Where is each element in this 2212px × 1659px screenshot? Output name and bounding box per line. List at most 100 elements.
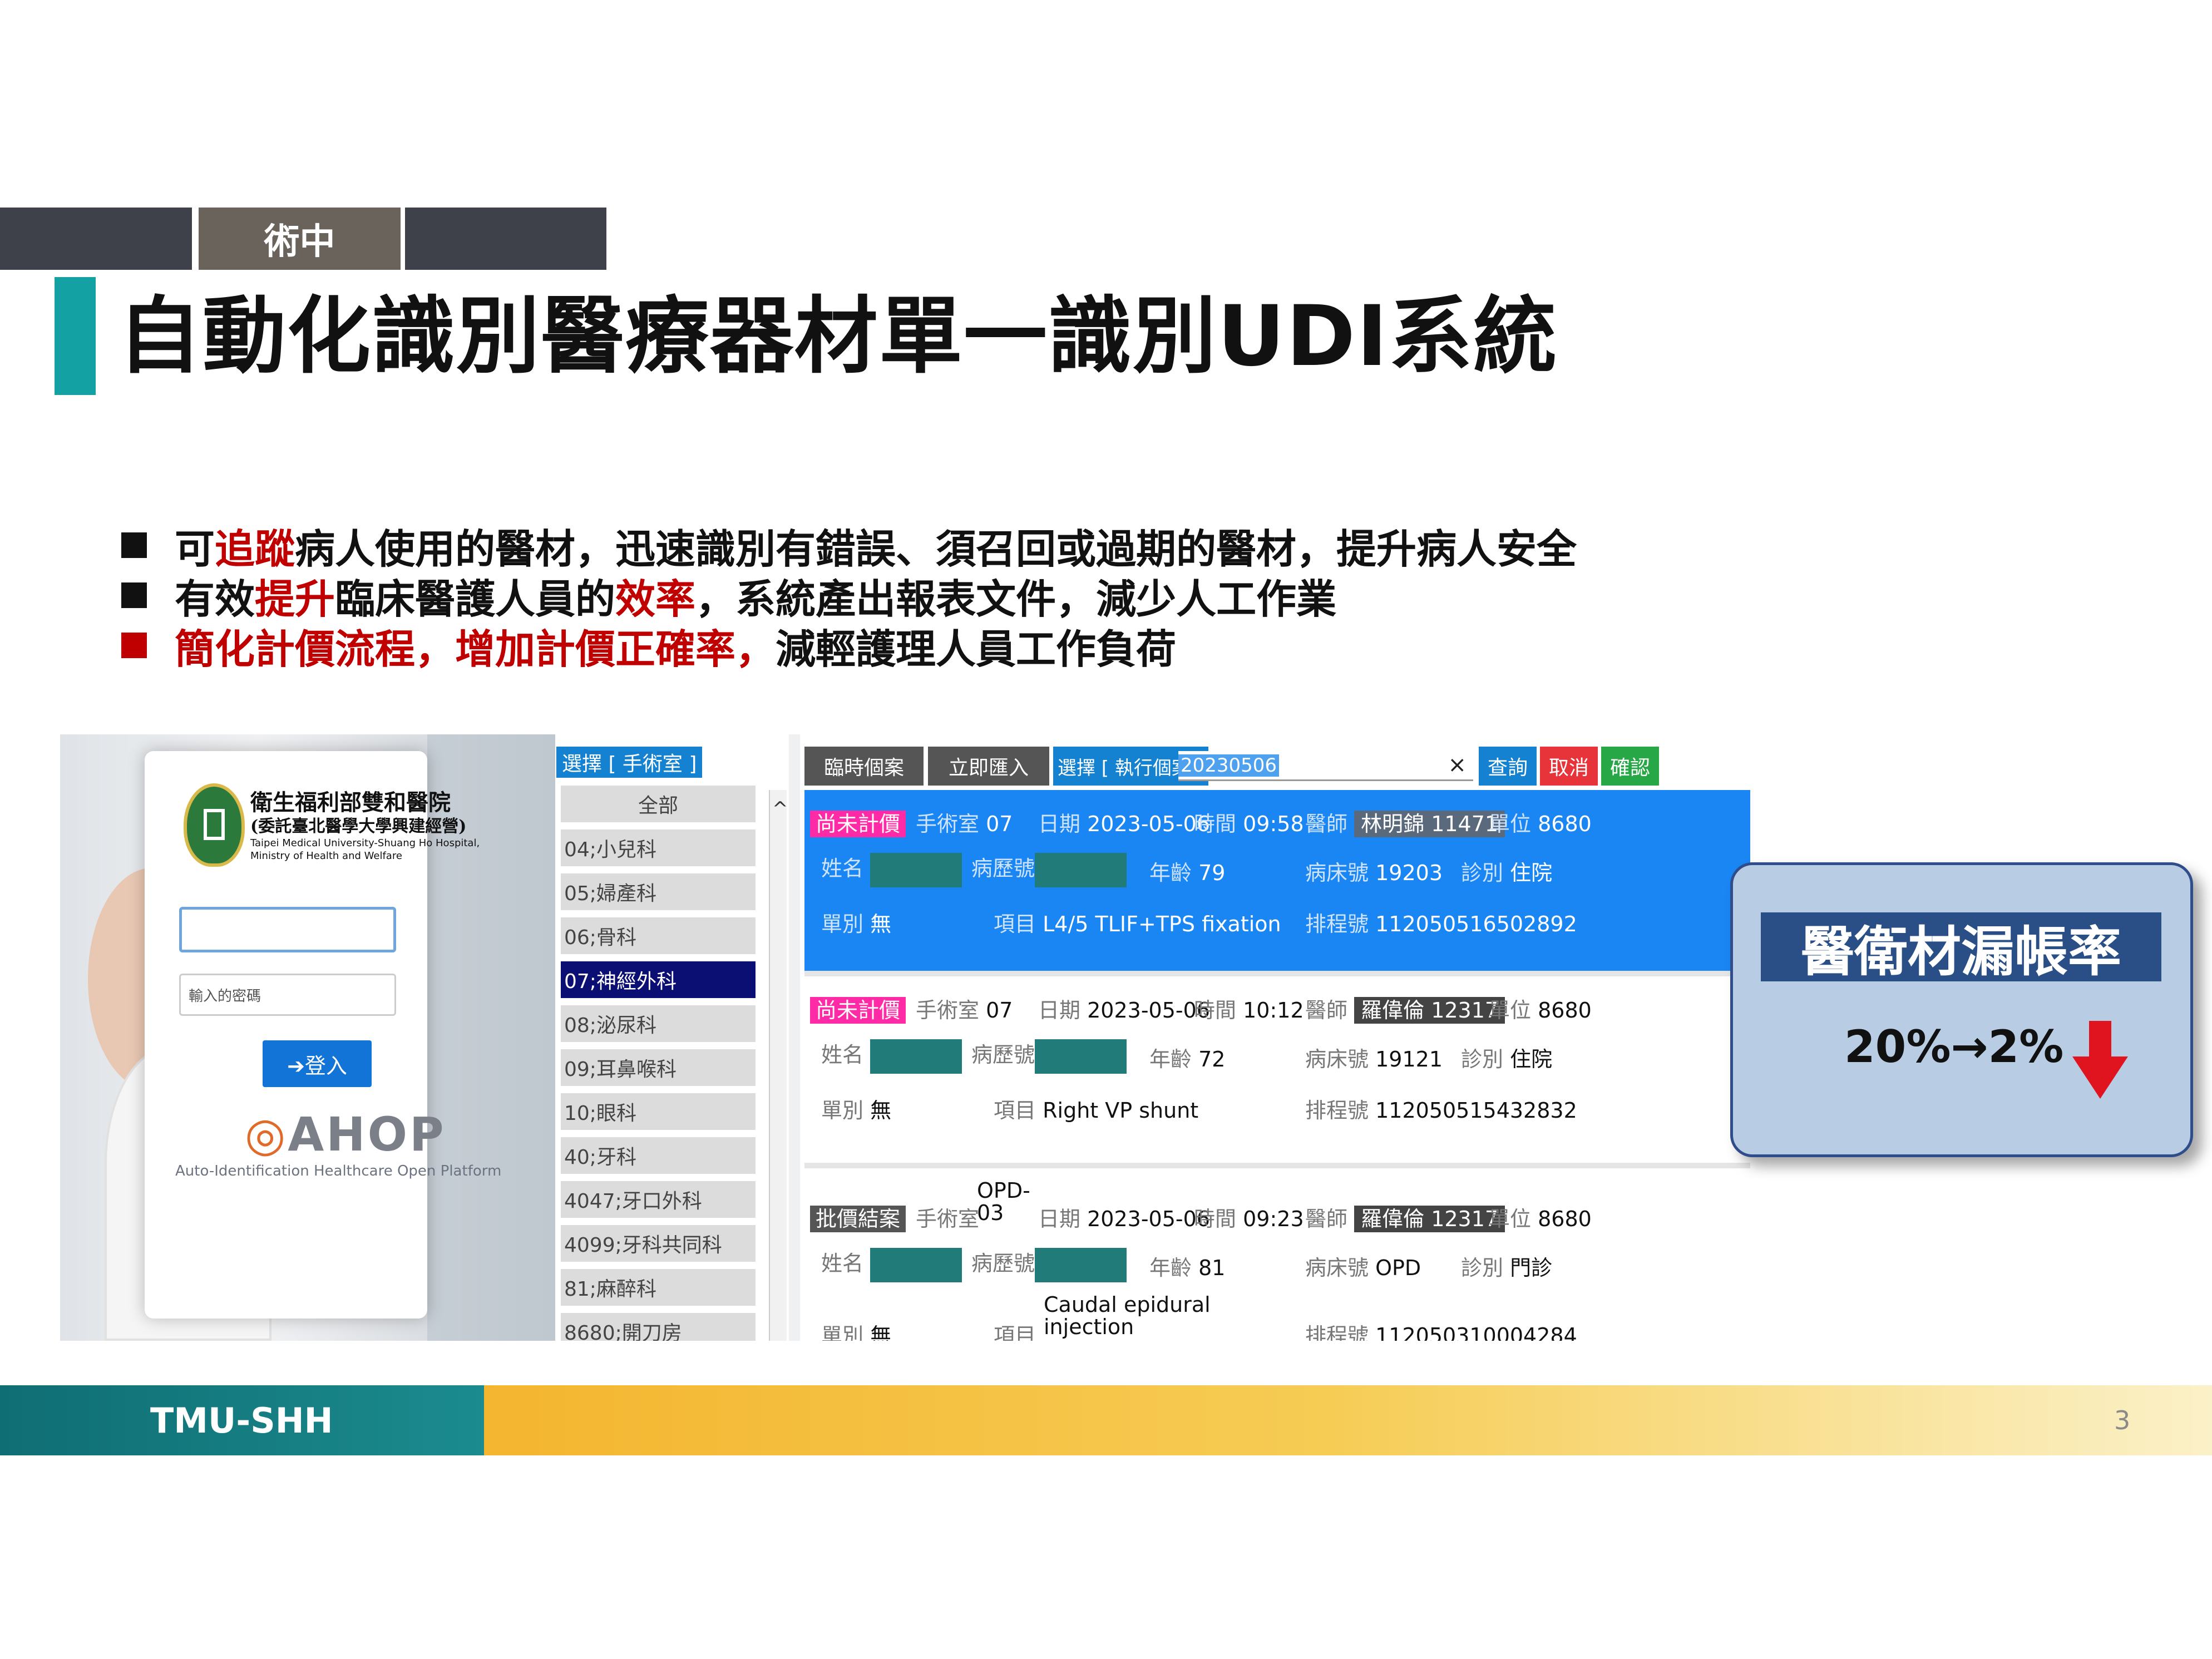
or-label: 手術室 bbox=[916, 812, 980, 836]
confirm-button[interactable]: 確認 bbox=[1601, 747, 1659, 786]
login-button[interactable]: ➔登入 bbox=[263, 1040, 372, 1087]
tab-post-op[interactable] bbox=[405, 208, 606, 270]
sheet-label: 單別 bbox=[821, 912, 864, 936]
unit-value: 8680 bbox=[1538, 998, 1592, 1023]
date-input[interactable]: 20230506 × bbox=[1178, 751, 1473, 781]
ahop-logo-text: AHOP bbox=[288, 1107, 446, 1162]
dept-item[interactable]: 4047;牙口外科 bbox=[561, 1181, 756, 1218]
department-scrollbar[interactable]: ^ bbox=[769, 790, 788, 1341]
time-value: 09:58 bbox=[1243, 812, 1304, 836]
udi-system-screenshot: 衛生福利部雙和醫院 (委託臺北醫學大學興建經營) Taipei Medical … bbox=[60, 734, 1780, 1341]
item-value: Caudal epidural injection bbox=[1044, 1292, 1211, 1339]
cancel-button[interactable]: 取消 bbox=[1540, 747, 1598, 786]
name-label: 姓名 bbox=[821, 1043, 864, 1067]
status-badge: 尚未計價 bbox=[810, 811, 906, 837]
sheet-value: 無 bbox=[870, 1324, 892, 1341]
hospital-subtitle: (委託臺北醫學大學興建經營) bbox=[250, 817, 467, 836]
unit-value: 8680 bbox=[1538, 812, 1592, 836]
redacted-chart-no bbox=[1035, 1039, 1127, 1074]
case-card-selected[interactable]: 尚未計價 手術室 07 日期 2023-05-06 時間 09:58 醫師 林明… bbox=[804, 790, 1750, 974]
item-label: 項目 bbox=[994, 1324, 1036, 1341]
item-value: L4/5 TLIF+TPS fixation bbox=[1043, 912, 1281, 936]
dept-item[interactable]: 05;婦產科 bbox=[561, 873, 756, 910]
item-value: Right VP shunt bbox=[1043, 1098, 1199, 1123]
age-label: 年齡 bbox=[1149, 861, 1192, 885]
dept-item[interactable]: 04;小兒科 bbox=[561, 830, 756, 866]
down-arrow-icon bbox=[2072, 1021, 2128, 1099]
dept-item[interactable]: 09;耳鼻喉科 bbox=[561, 1049, 756, 1086]
age-value: 72 bbox=[1198, 1047, 1226, 1072]
dept-item[interactable]: 08;泌尿科 bbox=[561, 1005, 756, 1042]
doctor-label: 醫師 bbox=[1305, 998, 1348, 1023]
password-input[interactable]: 輸入的密碼 bbox=[179, 974, 396, 1016]
footer-bar: TMU-SHH 3 bbox=[0, 1385, 2212, 1455]
ahop-logo: ◎AHOP bbox=[245, 1107, 446, 1162]
schedule-label: 排程號 bbox=[1305, 1324, 1369, 1341]
dept-item[interactable]: 81;麻醉科 bbox=[561, 1269, 756, 1306]
bullet-square-icon bbox=[121, 532, 147, 558]
date-label: 日期 bbox=[1038, 1207, 1081, 1231]
tab-pre-op[interactable] bbox=[0, 208, 192, 270]
schedule-value: 112050515432832 bbox=[1375, 1098, 1577, 1123]
dept-item-selected[interactable]: 07;神經外科 bbox=[561, 961, 756, 998]
dept-item[interactable]: 8680;開刀房 bbox=[561, 1313, 756, 1341]
department-panel: 選擇 [ 手術室 ] 全部 04;小兒科 05;婦產科 06;骨科 07;神經外… bbox=[555, 734, 789, 1341]
status-badge: 批價結案 bbox=[810, 1206, 906, 1232]
case-panel: 臨時個案 立即匯入 選擇 [ 執行個案 ] 20230506 × 查詢 取消 確認… bbox=[800, 734, 1780, 1341]
scroll-up-icon[interactable]: ^ bbox=[772, 798, 788, 820]
dept-item[interactable]: 06;骨科 bbox=[561, 917, 756, 954]
sheet-value: 無 bbox=[870, 912, 892, 936]
bed-label: 病床號 bbox=[1305, 1047, 1369, 1072]
redacted-chart-no bbox=[1035, 852, 1127, 887]
unit-label: 單位 bbox=[1489, 1207, 1532, 1231]
bullet-1: 可追蹤 病人使用的醫材，迅速識別有錯誤、須召回或過期的醫材，提升病人安全 bbox=[121, 520, 1577, 572]
age-label: 年齡 bbox=[1149, 1047, 1192, 1072]
clear-icon[interactable]: × bbox=[1448, 752, 1467, 778]
username-input[interactable] bbox=[179, 907, 396, 952]
department-header: 選擇 [ 手術室 ] bbox=[556, 747, 703, 778]
date-value: 2023-05-06 bbox=[1087, 1207, 1210, 1231]
date-value: 2023-05-06 bbox=[1087, 812, 1210, 836]
bullet-3: 簡化計價流程，增加計價正確率， 減輕護理人員工作負荷 bbox=[121, 620, 1577, 673]
doctor-label: 醫師 bbox=[1305, 1207, 1348, 1231]
date-label: 日期 bbox=[1038, 998, 1081, 1023]
import-now-button[interactable]: 立即匯入 bbox=[928, 747, 1049, 786]
doctor-value: 羅偉倫 12317 bbox=[1354, 1206, 1505, 1232]
bed-value: 19203 bbox=[1375, 861, 1443, 885]
page-number: 3 bbox=[2114, 1405, 2131, 1435]
temp-case-button[interactable]: 臨時個案 bbox=[804, 747, 924, 786]
case-card[interactable]: 批價結案 手術室 OPD- 03 日期 2023-05-06 時間 09:23 … bbox=[804, 1163, 1750, 1341]
hospital-english-name: Taipei Medical University-Shuang Ho Hosp… bbox=[250, 837, 480, 849]
tab-intra-op[interactable]: 術中 bbox=[199, 208, 401, 270]
dept-item[interactable]: 10;眼科 bbox=[561, 1093, 756, 1130]
time-label: 時間 bbox=[1194, 1207, 1237, 1231]
chart-label: 病歷號 bbox=[971, 1043, 1035, 1067]
case-card[interactable]: 尚未計價 手術室 07 日期 2023-05-06 時間 10:12 醫師 羅偉… bbox=[804, 971, 1750, 1154]
doctor-value: 林明錦 11471 bbox=[1354, 811, 1505, 837]
dept-item-all[interactable]: 全部 bbox=[561, 786, 756, 822]
unit-label: 單位 bbox=[1489, 812, 1532, 836]
dept-item[interactable]: 40;牙科 bbox=[561, 1137, 756, 1174]
bed-value: OPD bbox=[1375, 1256, 1421, 1280]
dept-item[interactable]: 4099;牙科共同科 bbox=[561, 1225, 756, 1262]
schedule-value: 112050516502892 bbox=[1375, 912, 1577, 936]
or-value: OPD- 03 bbox=[977, 1178, 1030, 1225]
bullet-square-icon bbox=[121, 633, 147, 658]
type-value: 門診 bbox=[1510, 1256, 1553, 1280]
sheet-value: 無 bbox=[870, 1098, 892, 1123]
text: 減輕護理人員工作負荷 bbox=[776, 625, 1177, 673]
query-button[interactable]: 查詢 bbox=[1479, 747, 1537, 786]
sheet-label: 單別 bbox=[821, 1098, 864, 1123]
time-label: 時間 bbox=[1194, 812, 1237, 836]
bullet-list: 可追蹤 病人使用的醫材，迅速識別有錯誤、須召回或過期的醫材，提升病人安全 有效 提升… bbox=[121, 520, 1577, 673]
type-value: 住院 bbox=[1510, 861, 1553, 885]
age-value: 79 bbox=[1198, 861, 1226, 885]
time-label: 時間 bbox=[1194, 998, 1237, 1023]
login-panel: 衛生福利部雙和醫院 (委託臺北醫學大學興建經營) Taipei Medical … bbox=[145, 751, 501, 1319]
bed-label: 病床號 bbox=[1305, 1256, 1369, 1280]
schedule-value: 112050310004284 bbox=[1375, 1324, 1577, 1341]
redacted-name bbox=[870, 1247, 962, 1282]
redacted-name bbox=[870, 852, 962, 887]
date-value: 20230506 bbox=[1178, 754, 1280, 777]
hospital-logo-icon bbox=[184, 783, 245, 867]
